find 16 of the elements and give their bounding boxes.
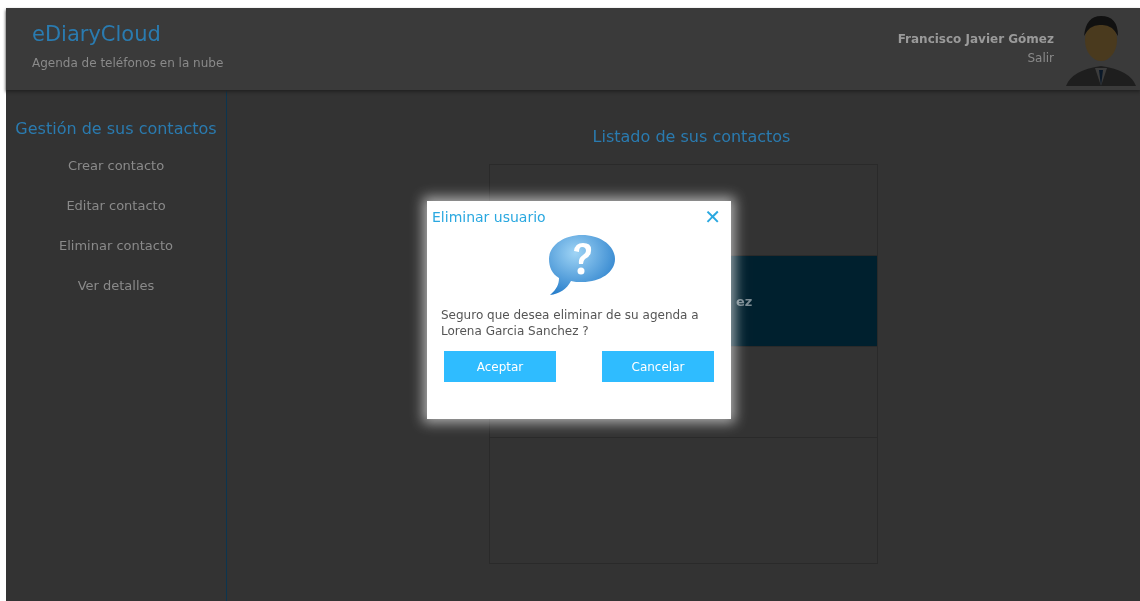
list-title: Listado de sus contactos: [592, 127, 791, 146]
sidebar-title: Gestión de sus contactos: [15, 119, 217, 138]
accept-button[interactable]: Aceptar: [444, 351, 556, 382]
cancel-button[interactable]: Cancelar: [602, 351, 714, 382]
sidebar-item[interactable]: Ver detalles: [77, 278, 155, 318]
tagline: Agenda de teléfonos en la nube: [32, 56, 225, 70]
user-name: Francisco Javier Gómez: [897, 32, 1054, 46]
dialog-title: Eliminar usuario: [432, 209, 546, 225]
logout-link[interactable]: Salir: [1027, 51, 1054, 65]
sidebar-item[interactable]: Eliminar contacto: [59, 238, 173, 278]
confirmation-message: Seguro que desea eliminar de su agenda a Lorena Garcia Sanchez ?: [440, 307, 700, 339]
app-logo-text: eDiaryCloud: [32, 22, 162, 46]
close-button[interactable]: ✕: [704, 207, 721, 227]
contact-name: ez: [736, 293, 753, 309]
sidebar-item[interactable]: Crear contacto: [67, 158, 165, 198]
sidebar-item[interactable]: Editar contacto: [66, 198, 166, 238]
